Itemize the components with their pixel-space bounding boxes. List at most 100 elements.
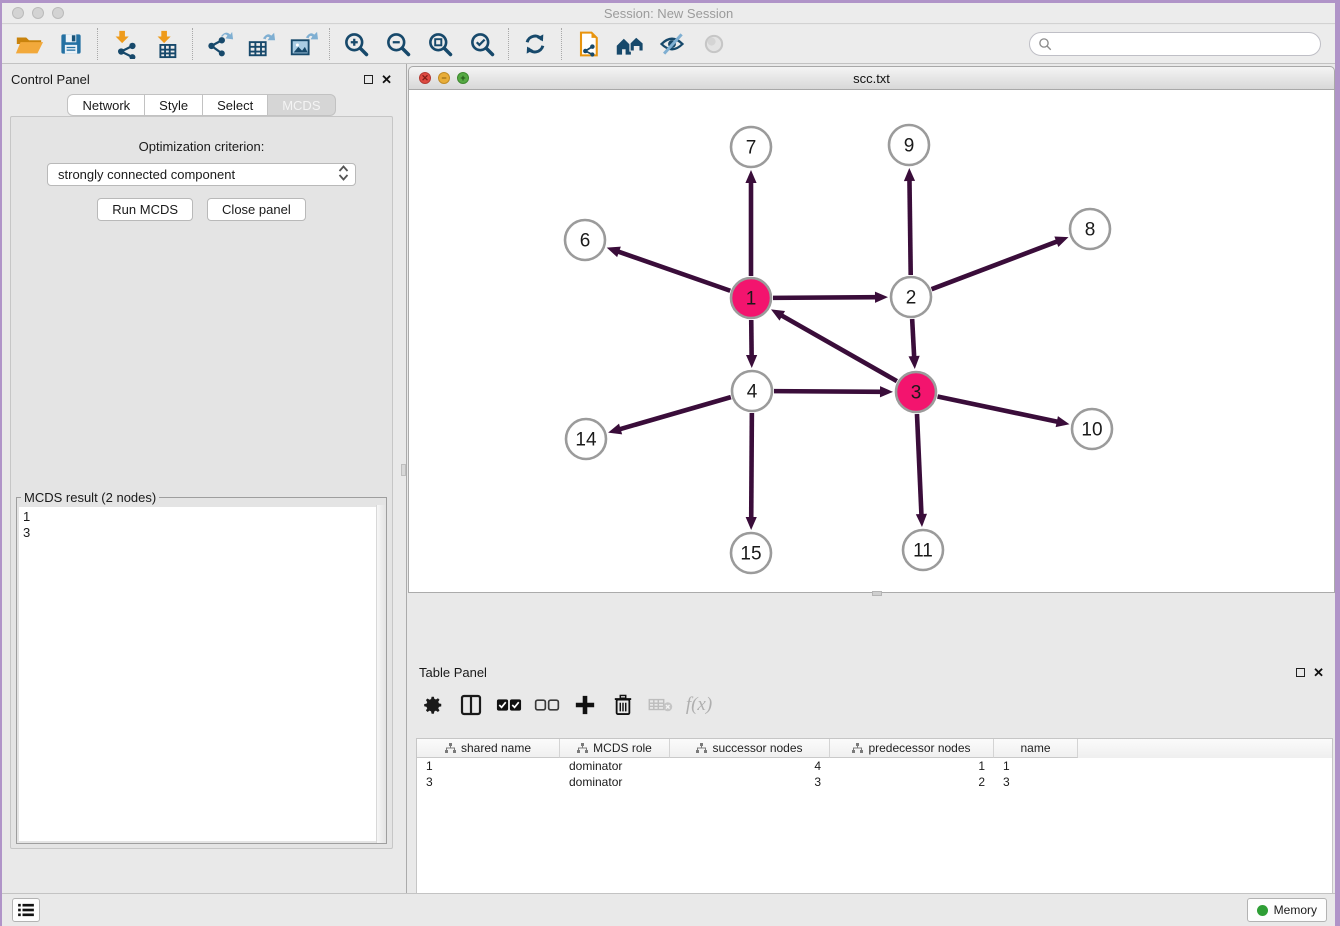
table-row[interactable]: 1dominator411	[417, 758, 1332, 774]
first-neighbors-button[interactable]	[609, 27, 651, 61]
column-layout-button[interactable]	[454, 689, 488, 721]
show-all-button[interactable]	[693, 27, 735, 61]
delete-table-button[interactable]	[644, 689, 678, 721]
table-body: 1dominator4113dominator323	[417, 758, 1332, 790]
tree-icon	[696, 743, 707, 754]
graph-node-2[interactable]: 2	[891, 277, 931, 317]
svg-text:1: 1	[746, 289, 757, 310]
cell-name[interactable]: 3	[994, 774, 1078, 790]
export-image-button[interactable]	[282, 27, 324, 61]
graph-node-11[interactable]: 11	[903, 530, 943, 570]
search-box[interactable]	[1029, 32, 1321, 56]
zoom-fit-button[interactable]	[419, 27, 461, 61]
criterion-select[interactable]: strongly connected component	[47, 163, 356, 186]
splitter-handle[interactable]	[401, 464, 406, 476]
trash-icon	[613, 694, 633, 716]
close-panel-icon[interactable]: ✕	[381, 73, 392, 86]
edge-2-3[interactable]	[909, 319, 920, 369]
add-column-button[interactable]	[568, 689, 602, 721]
cell-predecessor-nodes[interactable]: 1	[830, 758, 994, 774]
run-mcds-button[interactable]: Run MCDS	[97, 198, 193, 221]
column-header-successor-nodes[interactable]: successor nodes	[670, 739, 830, 758]
zoom-selected-button[interactable]	[461, 27, 503, 61]
control-panel: Control Panel ✕ NetworkStyleSelectMCDS O…	[2, 64, 401, 893]
edge-4-15[interactable]	[746, 413, 757, 530]
memory-button[interactable]: Memory	[1247, 898, 1327, 922]
cell-name[interactable]: 1	[994, 758, 1078, 774]
close-table-panel-icon[interactable]: ✕	[1313, 666, 1324, 679]
graph-node-15[interactable]: 15	[731, 533, 771, 573]
export-table-button[interactable]	[240, 27, 282, 61]
table-header-row: shared name MCDS role successor nodes	[417, 739, 1332, 758]
graph-node-7[interactable]: 7	[731, 127, 771, 167]
mcds-result-text[interactable]: 1 3	[19, 507, 384, 841]
graph-node-6[interactable]: 6	[565, 220, 605, 260]
column-header-mcds-role[interactable]: MCDS role	[560, 739, 670, 758]
tab-select[interactable]: Select	[203, 94, 268, 116]
column-header-shared-name[interactable]: shared name	[417, 739, 560, 758]
graph-node-10[interactable]: 10	[1072, 409, 1112, 449]
graph-node-3[interactable]: 3	[896, 372, 936, 412]
edge-3-10[interactable]	[938, 397, 1070, 428]
cell-shared-name[interactable]: 3	[417, 774, 560, 790]
edge-2-8[interactable]	[932, 237, 1069, 290]
graph-node-1[interactable]: 1	[731, 278, 771, 318]
zoom-out-button[interactable]	[377, 27, 419, 61]
hide-selected-button[interactable]	[651, 27, 693, 61]
cell-mcds-role[interactable]: dominator	[560, 774, 670, 790]
result-scrollbar[interactable]	[376, 505, 386, 843]
table-row[interactable]: 3dominator323	[417, 774, 1332, 790]
edge-1-2[interactable]	[773, 292, 888, 303]
cell-successor-nodes[interactable]: 3	[670, 774, 830, 790]
import-table-button[interactable]	[145, 27, 187, 61]
edge-4-3[interactable]	[774, 386, 893, 397]
deselect-all-button[interactable]	[530, 689, 564, 721]
tab-network[interactable]: Network	[67, 94, 145, 116]
network-canvas[interactable]: 1 2 3 4 6 7 8 9 10 11 14 15	[408, 90, 1335, 593]
edge-1-7[interactable]	[745, 170, 756, 276]
cell-mcds-role[interactable]: dominator	[560, 758, 670, 774]
network-title: scc.txt	[409, 71, 1334, 86]
graph-node-8[interactable]: 8	[1070, 209, 1110, 249]
float-table-panel-icon[interactable]	[1296, 668, 1305, 677]
zoom-in-button[interactable]	[335, 27, 377, 61]
edge-4-14[interactable]	[608, 397, 731, 434]
cell-successor-nodes[interactable]: 4	[670, 758, 830, 774]
tab-mcds[interactable]: MCDS	[268, 94, 335, 116]
edge-1-4[interactable]	[746, 320, 757, 368]
vertical-splitter[interactable]	[401, 64, 408, 893]
network-window: ✕ − + scc.txt 1234678910111415	[408, 66, 1335, 593]
network-resize-grip[interactable]	[872, 591, 882, 596]
column-header-name[interactable]: name	[994, 739, 1078, 758]
table-panel-title: Table Panel	[419, 665, 487, 680]
column-header-predecessor-nodes[interactable]: predecessor nodes	[830, 739, 994, 758]
gear-icon	[422, 694, 444, 716]
refresh-layout-button[interactable]	[514, 27, 556, 61]
mcds-result-title: MCDS result (2 nodes)	[21, 490, 159, 505]
delete-column-button[interactable]	[606, 689, 640, 721]
graph-node-4[interactable]: 4	[732, 371, 772, 411]
edge-1-6[interactable]	[607, 247, 731, 291]
search-input[interactable]	[1053, 34, 1320, 54]
network-from-selection-button[interactable]	[567, 27, 609, 61]
eye-slash-icon	[658, 30, 686, 58]
open-session-button[interactable]	[8, 27, 50, 61]
import-network-button[interactable]	[103, 27, 145, 61]
graph-node-9[interactable]: 9	[889, 125, 929, 165]
float-panel-icon[interactable]	[364, 75, 373, 84]
save-session-button[interactable]	[50, 27, 92, 61]
edge-2-9[interactable]	[904, 168, 915, 275]
close-panel-button[interactable]: Close panel	[207, 198, 306, 221]
edge-3-1[interactable]	[771, 309, 897, 381]
table-settings-button[interactable]	[416, 689, 450, 721]
cell-shared-name[interactable]: 1	[417, 758, 560, 774]
edge-3-11[interactable]	[916, 414, 927, 527]
function-builder-button[interactable]: f(x)	[682, 689, 716, 721]
task-history-button[interactable]	[12, 898, 40, 922]
cell-predecessor-nodes[interactable]: 2	[830, 774, 994, 790]
toolbar-separator	[192, 28, 193, 60]
graph-node-14[interactable]: 14	[566, 419, 606, 459]
select-all-button[interactable]	[492, 689, 526, 721]
tab-style[interactable]: Style	[145, 94, 203, 116]
export-network-button[interactable]	[198, 27, 240, 61]
